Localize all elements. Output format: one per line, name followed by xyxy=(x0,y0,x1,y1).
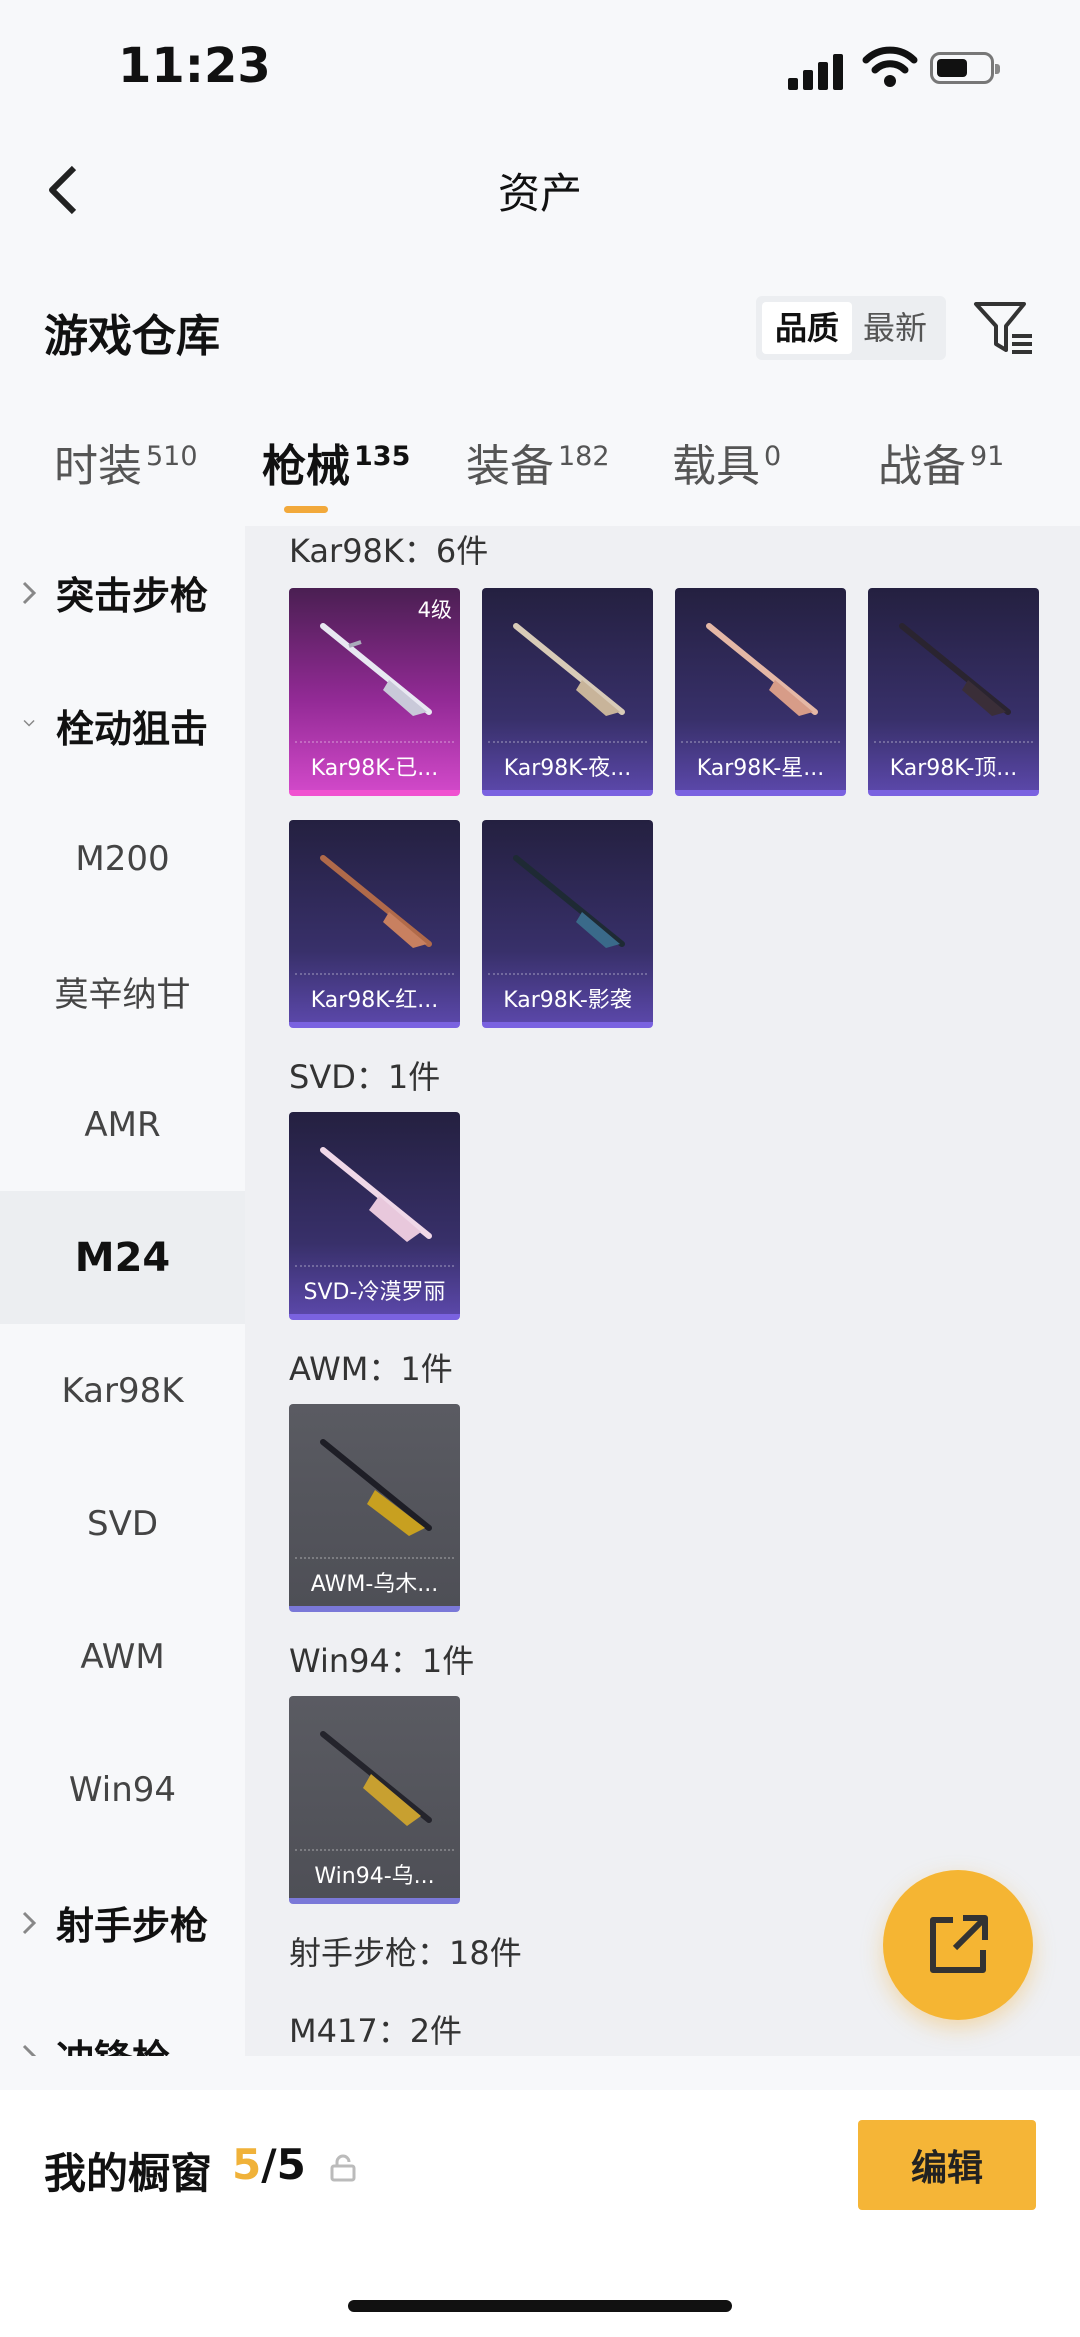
home-indicator xyxy=(348,2300,732,2312)
tab-vehicles[interactable]: 载具 0 xyxy=(672,430,781,494)
tab-equipment[interactable]: 装备 182 xyxy=(466,430,610,494)
item-card[interactable]: Kar98K-夜... xyxy=(482,588,653,796)
tab-firearms[interactable]: 枪械 135 xyxy=(262,430,410,494)
item-card[interactable]: Kar98K-影袭 xyxy=(482,820,653,1028)
sidebar-item-kar98k[interactable]: Kar98K xyxy=(0,1324,245,1457)
chevron-right-icon xyxy=(22,2044,37,2056)
item-grid: Kar98K：6件 4级 Kar98K-已... Kar98K-夜... Kar… xyxy=(245,526,1080,2056)
rifle-skin-icon xyxy=(899,623,1011,716)
item-card[interactable]: Kar98K-红... xyxy=(289,820,460,1028)
group-label-awm: AWM：1件 xyxy=(289,1350,453,1388)
category-sidebar: 突击步枪 栓动狙击 M200 莫辛纳甘 AMR M24 Kar98K SVD A… xyxy=(0,526,245,2056)
item-name: Kar98K-红... xyxy=(310,988,439,1013)
group-label-svd: SVD：1件 xyxy=(289,1058,441,1096)
lock-icon xyxy=(330,2154,356,2182)
group-label-marksman: 射手步枪：18件 xyxy=(289,1934,522,1972)
item-name: Win94-乌... xyxy=(314,1864,435,1889)
item-name: Kar98K-夜... xyxy=(503,756,632,781)
group-label-m417: M417：2件 xyxy=(289,2012,463,2050)
sidebar-item-win94[interactable]: Win94 xyxy=(0,1723,245,1856)
item-card[interactable]: SVD-冷漠罗丽 xyxy=(289,1112,460,1320)
showcase-bar: 我的橱窗 5/5 编辑 xyxy=(0,2090,1080,2337)
active-tab-indicator xyxy=(284,506,328,513)
sidebar-item-marksman[interactable]: 射手步枪 xyxy=(0,1856,245,1989)
filter-icon[interactable] xyxy=(972,298,1034,358)
sidebar-item-svd[interactable]: SVD xyxy=(0,1457,245,1590)
share-button[interactable] xyxy=(883,1870,1033,2020)
status-time: 11:23 xyxy=(118,38,271,94)
rifle-skin-icon xyxy=(320,855,432,948)
item-name: Kar98K-星... xyxy=(696,756,825,781)
sidebar-item-m200[interactable]: M200 xyxy=(0,792,245,925)
sidebar-item-m24[interactable]: M24 xyxy=(0,1191,245,1324)
sidebar-item-bolt-action[interactable]: 栓动狙击 xyxy=(0,659,245,792)
rifle-skin-icon xyxy=(513,623,625,716)
sidebar-item-amr[interactable]: AMR xyxy=(0,1058,245,1191)
item-name: Kar98K-已... xyxy=(310,756,439,781)
sort-quality-button[interactable]: 品质 xyxy=(762,302,852,354)
chevron-right-icon xyxy=(22,1911,37,1934)
group-label-kar98k: Kar98K：6件 xyxy=(289,532,489,570)
rifle-skin-icon xyxy=(320,1147,432,1242)
item-name: Kar98K-影袭 xyxy=(503,988,632,1013)
rifle-skin-icon xyxy=(320,623,432,716)
item-card[interactable]: Win94-乌... xyxy=(289,1696,460,1904)
sidebar-item-awm[interactable]: AWM xyxy=(0,1590,245,1723)
showcase-label: 我的橱窗 xyxy=(44,2149,213,2198)
sidebar-item-mosin[interactable]: 莫辛纳甘 xyxy=(0,925,245,1058)
item-card[interactable]: AWM-乌木... xyxy=(289,1404,460,1612)
tab-fashion[interactable]: 时装 510 xyxy=(54,430,198,494)
item-name: Kar98K-顶... xyxy=(889,756,1018,781)
rifle-skin-icon xyxy=(320,1439,432,1536)
item-card[interactable]: Kar98K-星... xyxy=(675,588,846,796)
chevron-right-icon xyxy=(22,581,37,604)
group-label-win94: Win94：1件 xyxy=(289,1642,475,1680)
sort-toggle: 品质 最新 xyxy=(756,296,946,360)
rifle-skin-icon xyxy=(320,1731,432,1826)
item-card[interactable]: Kar98K-顶... xyxy=(868,588,1039,796)
rifle-skin-icon xyxy=(706,623,818,716)
sidebar-item-smg[interactable]: 冲锋枪 xyxy=(0,1989,245,2056)
status-bar: 11:23 xyxy=(0,0,1080,130)
chevron-down-icon xyxy=(23,719,35,727)
item-name: SVD-冷漠罗丽 xyxy=(303,1280,446,1305)
cellular-signal-icon xyxy=(788,52,846,90)
rifle-skin-icon xyxy=(513,855,625,948)
warehouse-title: 游戏仓库 xyxy=(44,311,220,362)
edit-button[interactable]: 编辑 xyxy=(858,2120,1036,2210)
page-title: 资产 xyxy=(497,169,582,218)
showcase-count: 5/5 xyxy=(232,2140,306,2189)
wifi-icon xyxy=(862,46,918,87)
item-name: AWM-乌木... xyxy=(310,1572,439,1597)
battery-icon xyxy=(930,52,1000,84)
tab-supplies[interactable]: 战备 91 xyxy=(878,430,1004,494)
sidebar-item-assault-rifles[interactable]: 突击步枪 xyxy=(0,526,245,659)
share-icon xyxy=(930,1915,988,1973)
item-card[interactable]: 4级 Kar98K-已... xyxy=(289,588,460,796)
sort-newest-button[interactable]: 最新 xyxy=(850,302,940,354)
